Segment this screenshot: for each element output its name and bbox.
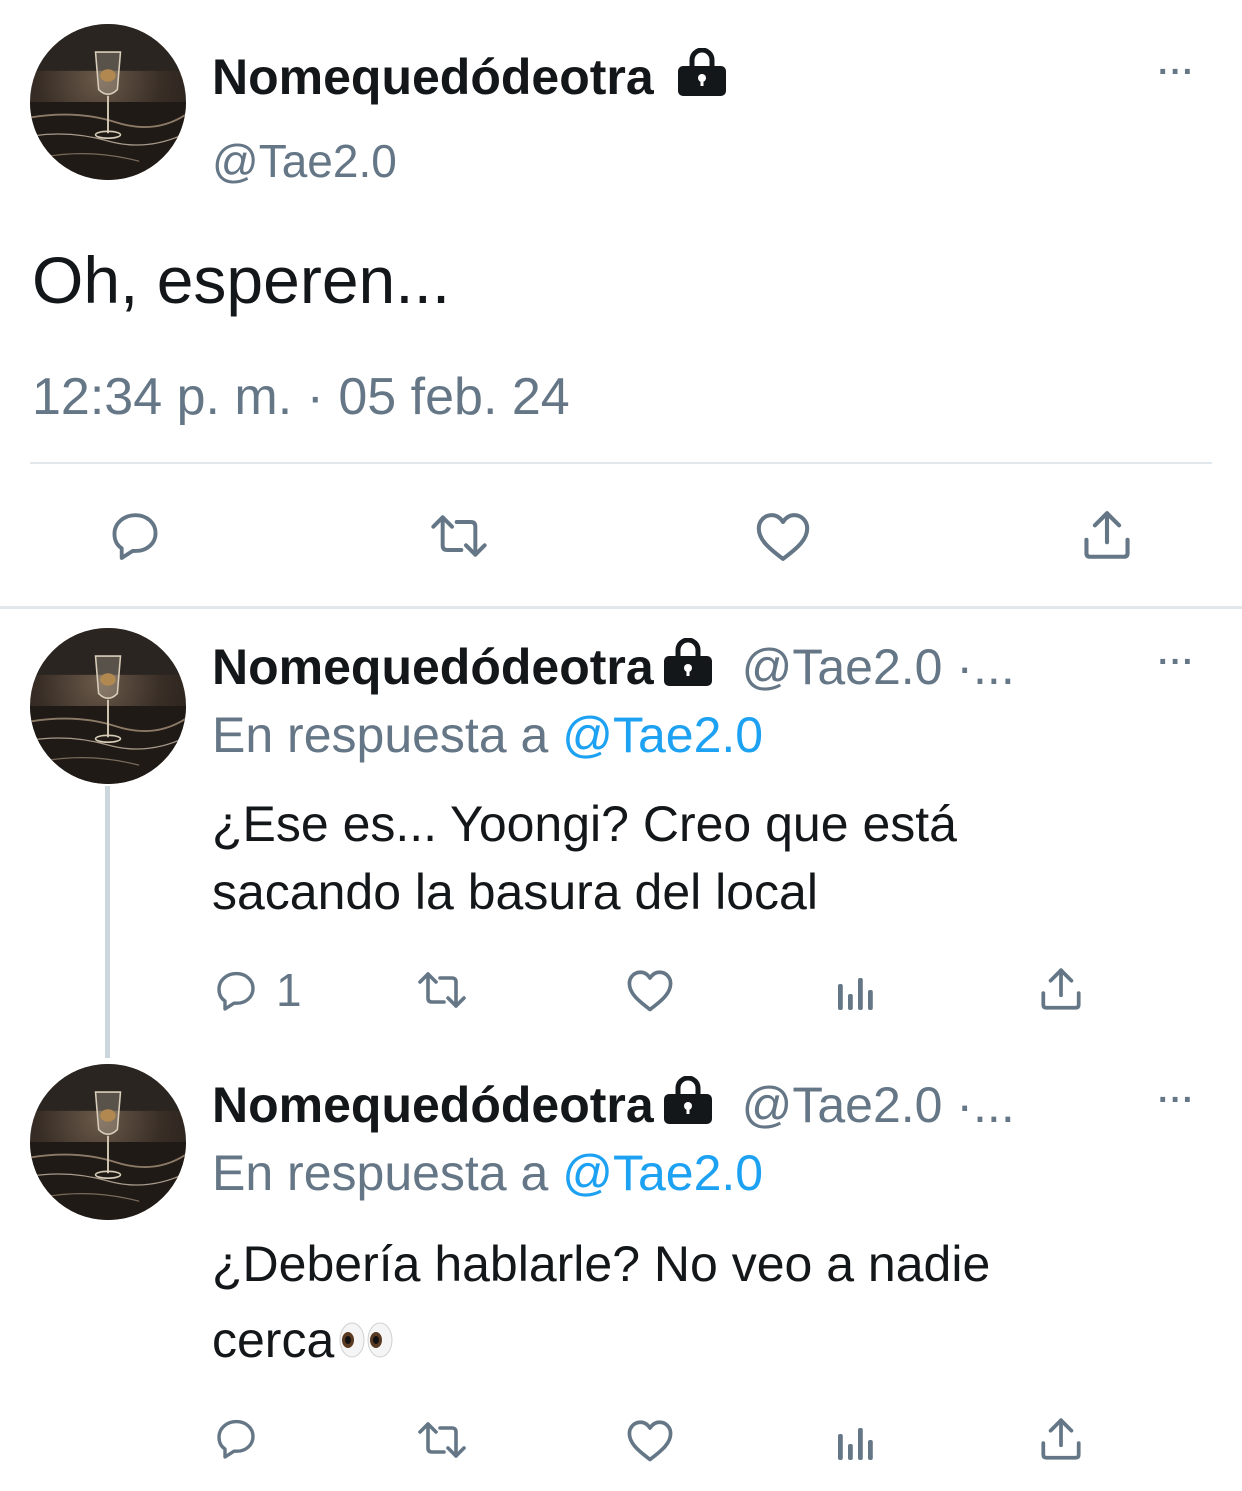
reply-context: En respuesta a @Tae2.0 [212, 1142, 763, 1204]
handle[interactable]: @Tae2.0 [742, 1077, 943, 1133]
like-button[interactable] [752, 508, 814, 564]
mention-link[interactable]: @Tae2.0 [562, 707, 763, 763]
share-button[interactable] [1078, 506, 1136, 564]
display-name[interactable]: Nomequedódeotra [212, 639, 654, 695]
display-name[interactable]: Nomequedódeotra [212, 46, 730, 112]
eyes-emoji-icon [339, 1322, 393, 1358]
timestamp-truncated: ·... [942, 1077, 1015, 1133]
section-divider [0, 606, 1242, 609]
display-name[interactable]: Nomequedódeotra [212, 1077, 654, 1133]
retweet-button[interactable] [414, 1416, 470, 1464]
reply-prefix: En respuesta a [212, 1145, 549, 1201]
reply-button[interactable] [212, 966, 260, 1014]
tweet-text: ¿Debería hablarle? No veo a nadie cerca👀 [212, 1226, 990, 1378]
reply-button[interactable] [212, 1414, 260, 1462]
analytics-button[interactable] [832, 966, 880, 1014]
thread-line [105, 786, 110, 1058]
retweet-icon [431, 515, 487, 557]
retweet-icon [418, 1422, 466, 1458]
timestamp-truncated: ·... [942, 639, 1015, 695]
share-icon [1041, 1418, 1081, 1460]
timestamp[interactable]: 12:34 p. m. · 05 feb. 24 [32, 366, 570, 428]
share-icon [1084, 511, 1130, 559]
tweet-text-line: ¿Ese es... Yoongi? Creo que está [212, 796, 957, 852]
handle[interactable]: @Tae2.0 [212, 132, 397, 190]
mention-link[interactable]: @Tae2.0 [562, 1145, 763, 1201]
retweet-button[interactable] [426, 508, 492, 564]
reply-header: Nomequedódeotra @Tae2.0 ·... [212, 636, 1015, 702]
tweet-text-line: sacando la basura del local [212, 864, 818, 920]
retweet-button[interactable] [414, 966, 470, 1014]
analytics-icon [838, 978, 873, 1010]
wine-glass-photo [30, 628, 186, 784]
reply-button[interactable] [106, 506, 164, 564]
retweet-icon [418, 972, 466, 1008]
reply-icon [217, 1419, 255, 1459]
analytics-button[interactable] [832, 1416, 880, 1464]
reply-header: Nomequedódeotra @Tae2.0 ·... [212, 1074, 1015, 1140]
wine-glass-photo [30, 1064, 186, 1220]
share-icon [1041, 968, 1081, 1010]
divider [30, 462, 1212, 464]
tweet-text: ¿Ese es... Yoongi? Creo que está sacando… [212, 790, 957, 926]
reply-context: En respuesta a @Tae2.0 [212, 704, 763, 766]
lock-icon [654, 1075, 716, 1140]
share-button[interactable] [1036, 1414, 1086, 1464]
lock-icon [668, 47, 730, 112]
more-options-button[interactable]: ··· [1158, 52, 1195, 92]
like-button[interactable] [624, 1416, 676, 1464]
avatar[interactable] [30, 24, 186, 180]
like-icon [627, 970, 673, 1012]
like-icon [627, 1420, 673, 1462]
handle[interactable]: @Tae2.0 [742, 639, 943, 695]
more-options-button[interactable]: ··· [1158, 642, 1195, 682]
analytics-icon [838, 1428, 873, 1460]
more-options-button[interactable]: ··· [1158, 1080, 1195, 1120]
share-button[interactable] [1036, 964, 1086, 1014]
reply-icon [217, 971, 255, 1011]
reply-count: 1 [276, 964, 302, 1016]
like-button[interactable] [624, 966, 676, 1014]
lock-icon [654, 637, 716, 702]
tweet-text-line: cerca👀 [212, 1302, 990, 1378]
reply-prefix: En respuesta a [212, 707, 549, 763]
tweet-text: Oh, esperen... [32, 243, 451, 317]
avatar[interactable] [30, 628, 186, 784]
tweet-text-line: ¿Debería hablarle? No veo a nadie [212, 1236, 991, 1292]
wine-glass-photo [30, 24, 186, 180]
reply-icon [112, 513, 158, 560]
display-name-text: Nomequedódeotra [212, 49, 654, 105]
like-icon [756, 513, 810, 561]
avatar[interactable] [30, 1064, 186, 1220]
tweet-text-fragment: cerca [212, 1312, 335, 1368]
